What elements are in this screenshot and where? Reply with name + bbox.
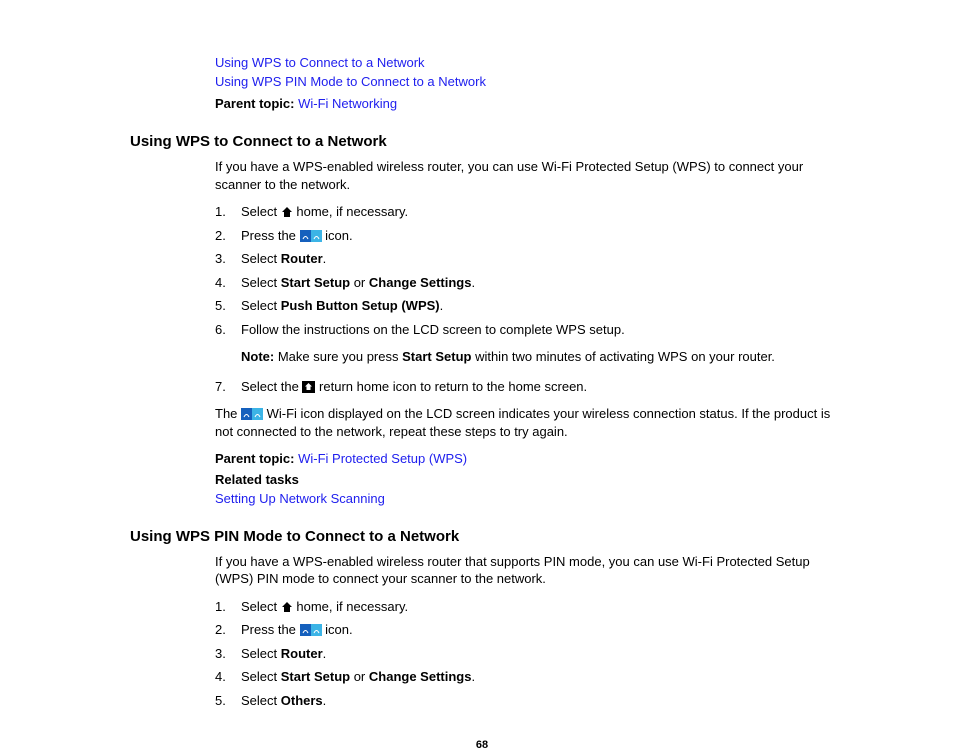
step-7: 7. Select the return home icon to return… <box>215 378 834 396</box>
post-list-text: The Wi-Fi icon displayed on the LCD scre… <box>215 405 834 440</box>
step-num: 3. <box>215 645 241 663</box>
step-3: 3. Select Router. <box>215 645 834 663</box>
page-number: 68 <box>130 739 834 751</box>
toc-block: Using WPS to Connect to a Network Using … <box>215 55 834 111</box>
step-num: 5. <box>215 297 241 315</box>
step-text: Press the icon. <box>241 621 834 639</box>
step-text: Select Start Setup or Change Settings. <box>241 668 834 686</box>
step-text: Select Push Button Setup (WPS). <box>241 297 834 315</box>
step-text: Select Router. <box>241 250 834 268</box>
step-text: Follow the instructions on the LCD scree… <box>241 321 834 339</box>
related-task-link[interactable]: Setting Up Network Scanning <box>215 491 834 506</box>
step-1: 1. Select home, if necessary. <box>215 203 834 221</box>
parent-topic-label: Parent topic: <box>215 451 294 466</box>
toc-link-wps[interactable]: Using WPS to Connect to a Network <box>215 55 834 70</box>
step-text: Select Start Setup or Change Settings. <box>241 274 834 292</box>
step-6: 6. Follow the instructions on the LCD sc… <box>215 321 834 339</box>
step-num: 1. <box>215 203 241 221</box>
wifi-icon <box>300 230 322 242</box>
section-heading-wps: Using WPS to Connect to a Network <box>130 133 834 150</box>
return-home-icon <box>302 381 315 393</box>
step-num: 1. <box>215 598 241 616</box>
parent-topic-row: Parent topic: Wi-Fi Protected Setup (WPS… <box>215 451 834 466</box>
home-icon <box>281 601 293 613</box>
toc-link-wps-pin[interactable]: Using WPS PIN Mode to Connect to a Netwo… <box>215 74 834 89</box>
parent-topic-link[interactable]: Wi-Fi Networking <box>298 96 397 111</box>
step-text: Press the icon. <box>241 227 834 245</box>
step-num: 4. <box>215 274 241 292</box>
step-num: 2. <box>215 227 241 245</box>
section1-intro: If you have a WPS-enabled wireless route… <box>215 158 834 193</box>
note-block: Note: Make sure you press Start Setup wi… <box>241 348 834 366</box>
step-num: 2. <box>215 621 241 639</box>
section2-intro: If you have a WPS-enabled wireless route… <box>215 553 834 588</box>
related-tasks-row: Related tasks Setting Up Network Scannin… <box>215 472 834 506</box>
note-label: Note: <box>241 349 274 364</box>
home-icon <box>281 206 293 218</box>
section1-body: If you have a WPS-enabled wireless route… <box>215 158 834 506</box>
step-num: 5. <box>215 692 241 710</box>
section2-steps: 1. Select home, if necessary. 2. Press t… <box>215 598 834 710</box>
section2-body: If you have a WPS-enabled wireless route… <box>215 553 834 710</box>
related-tasks-label: Related tasks <box>215 472 299 487</box>
step-num: 4. <box>215 668 241 686</box>
step-1: 1. Select home, if necessary. <box>215 598 834 616</box>
step-text: Select Others. <box>241 692 834 710</box>
step-3: 3. Select Router. <box>215 250 834 268</box>
step-text: Select Router. <box>241 645 834 663</box>
parent-topic-row: Parent topic: Wi-Fi Networking <box>215 96 834 111</box>
step-2: 2. Press the icon. <box>215 621 834 639</box>
step-2: 2. Press the icon. <box>215 227 834 245</box>
step-4: 4. Select Start Setup or Change Settings… <box>215 668 834 686</box>
section1-steps: 1. Select home, if necessary. 2. Press t… <box>215 203 834 395</box>
wifi-icon <box>300 624 322 636</box>
wifi-icon <box>241 408 263 420</box>
step-5: 5. Select Push Button Setup (WPS). <box>215 297 834 315</box>
parent-topic-link[interactable]: Wi-Fi Protected Setup (WPS) <box>298 451 467 466</box>
step-num: 3. <box>215 250 241 268</box>
step-text: Select home, if necessary. <box>241 598 834 616</box>
step-text: Select home, if necessary. <box>241 203 834 221</box>
step-text: Select the return home icon to return to… <box>241 378 834 396</box>
step-num: 7. <box>215 378 241 396</box>
step-5: 5. Select Others. <box>215 692 834 710</box>
step-num: 6. <box>215 321 241 339</box>
section-heading-wps-pin: Using WPS PIN Mode to Connect to a Netwo… <box>130 528 834 545</box>
step-4: 4. Select Start Setup or Change Settings… <box>215 274 834 292</box>
parent-topic-label: Parent topic: <box>215 96 294 111</box>
document-page: Using WPS to Connect to a Network Using … <box>0 0 954 751</box>
